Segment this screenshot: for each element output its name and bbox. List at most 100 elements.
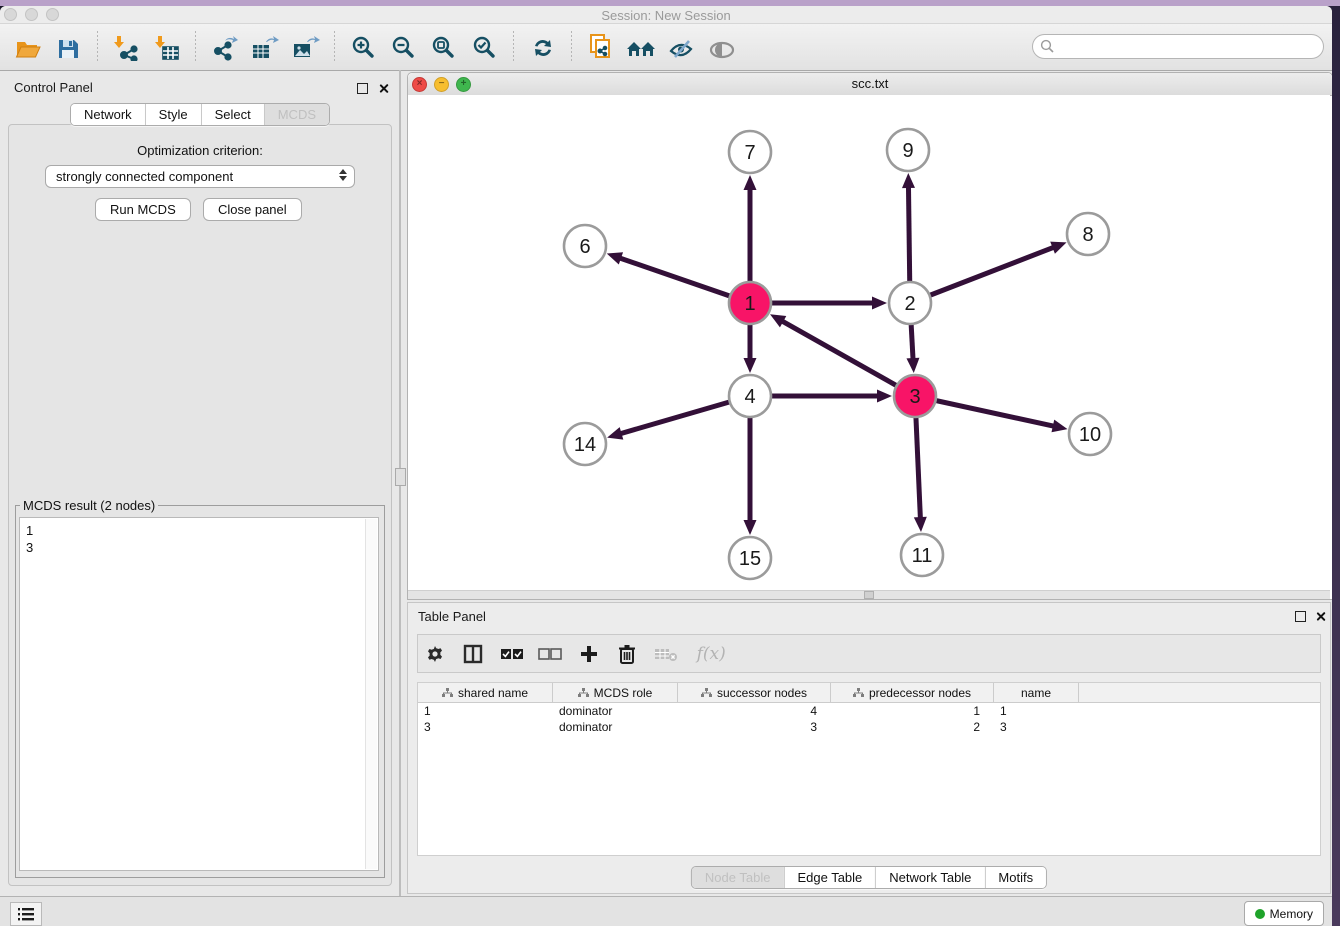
zoom-fit-button[interactable] [426,30,462,66]
tab-motifs[interactable]: Motifs [984,867,1046,888]
arrowhead-icon [902,173,915,188]
mcds-result-title: MCDS result (2 nodes) [20,498,158,513]
node-label: 6 [579,236,590,258]
mcds-result-text: 1 3 [26,522,378,556]
edge-3-1[interactable] [780,320,915,396]
toggle-panel-mode-button[interactable] [458,639,488,669]
zoom-fit-icon [431,35,457,61]
task-history-button[interactable] [10,902,42,926]
arrowhead-icon [607,252,623,264]
close-panel-button[interactable]: Close panel [203,198,302,221]
column-header-name[interactable]: name [994,683,1079,702]
tab-style[interactable]: Style [145,104,201,125]
select-all-rows-button[interactable] [497,639,527,669]
table-row[interactable]: 3dominator323 [418,719,1320,735]
network-canvas[interactable]: 7968124314101511 [408,95,1330,590]
table-cell: 3 [678,719,831,735]
column-header-MCDS-role[interactable]: MCDS role [553,683,678,702]
export-image-button[interactable] [288,30,324,66]
import-table-button[interactable] [149,30,185,66]
tab-edge-table[interactable]: Edge Table [783,867,875,888]
checked-boxes-icon [500,646,524,662]
node-label: 2 [904,293,915,315]
hide-selected-button[interactable] [664,31,700,67]
table-cell: 3 [994,719,1079,735]
zoom-out-button[interactable] [386,30,422,66]
zoom-selected-button[interactable] [467,30,503,66]
control-panel-title: Control Panel [14,80,93,95]
table-body: 1dominator4113dominator323 [418,703,1320,735]
open-folder-icon [15,37,41,61]
arrowhead-icon [906,358,919,373]
optimization-criterion-label: Optimization criterion: [9,143,391,158]
tab-mcds[interactable]: MCDS [264,104,329,125]
arrowhead-icon [914,517,927,532]
window-titlebar: Session: New Session [0,6,1332,24]
column-header-shared-name[interactable]: shared name [418,683,553,702]
control-panel-tab-strip: NetworkStyleSelectMCDS [70,103,330,126]
first-neighbors-button[interactable] [623,31,659,67]
node-table[interactable]: shared nameMCDS rolesuccessor nodesprede… [417,682,1321,856]
mcds-result-group: MCDS result (2 nodes) 1 3 [15,498,385,878]
table-cell: dominator [553,703,678,719]
zoom-selected-icon [472,35,498,61]
tab-network[interactable]: Network [71,104,145,125]
split-columns-icon [463,644,483,664]
column-header-successor-nodes[interactable]: successor nodes [678,683,831,702]
copy-network-icon [588,33,614,61]
table-panel: Table Panel f(x) shared nameMCDS rolesuc… [407,602,1331,894]
status-bar: Memory [0,896,1332,926]
list-icon [18,908,34,921]
mcds-result-textarea[interactable]: 1 3 [19,517,379,871]
table-settings-button[interactable] [420,639,450,669]
node-label: 3 [909,386,920,408]
table-panel-close-button[interactable] [1315,609,1326,627]
table-cell: 4 [678,703,831,719]
control-panel-float-button[interactable] [357,81,368,99]
horizontal-splitter-handle[interactable] [864,591,874,599]
table-panel-float-button[interactable] [1295,609,1306,627]
trash-icon [618,644,636,664]
delete-table-icon [654,646,678,662]
column-header-predecessor-nodes[interactable]: predecessor nodes [831,683,994,702]
export-table-button[interactable] [247,30,283,66]
show-hidden-button[interactable] [704,32,740,68]
deselect-all-rows-button[interactable] [535,639,565,669]
table-row[interactable]: 1dominator411 [418,703,1320,719]
scrollbar-track[interactable] [365,519,377,869]
function-builder-button[interactable]: f(x) [689,639,733,669]
unchecked-boxes-icon [538,646,562,662]
window-title: Session: New Session [0,8,1332,23]
search-icon [1040,39,1054,53]
save-icon [56,37,80,61]
arrowhead-icon [607,427,623,439]
new-network-from-selection-button[interactable] [583,29,619,65]
arrowhead-icon [1051,420,1067,433]
toolbar-separator [513,31,514,63]
close-icon [378,83,389,94]
tab-network-table[interactable]: Network Table [875,867,984,888]
save-session-button[interactable] [50,31,86,67]
network-window-titlebar: ×−+ scc.txt [408,73,1332,96]
run-mcds-button[interactable]: Run MCDS [95,198,191,221]
control-panel-close-button[interactable] [378,81,389,99]
delete-columns-button[interactable] [612,639,642,669]
houses-icon [626,37,656,61]
column-type-icon [853,688,864,698]
gray-eye-icon [708,39,736,61]
import-network-button[interactable] [108,30,144,66]
export-network-button[interactable] [207,30,243,66]
memory-button[interactable]: Memory [1244,901,1324,926]
splitter-handle[interactable] [395,468,406,486]
edge-2-8[interactable] [910,246,1056,303]
refresh-view-button[interactable] [525,30,561,66]
tab-node-table[interactable]: Node Table [692,867,784,888]
criterion-select[interactable]: strongly connected component [45,165,355,188]
tab-select[interactable]: Select [201,104,264,125]
delete-table-button[interactable] [651,639,681,669]
node-label: 1 [744,293,755,315]
open-file-button[interactable] [10,31,46,67]
zoom-in-button[interactable] [346,30,382,66]
search-input[interactable] [1032,34,1324,59]
create-column-button[interactable] [574,639,604,669]
